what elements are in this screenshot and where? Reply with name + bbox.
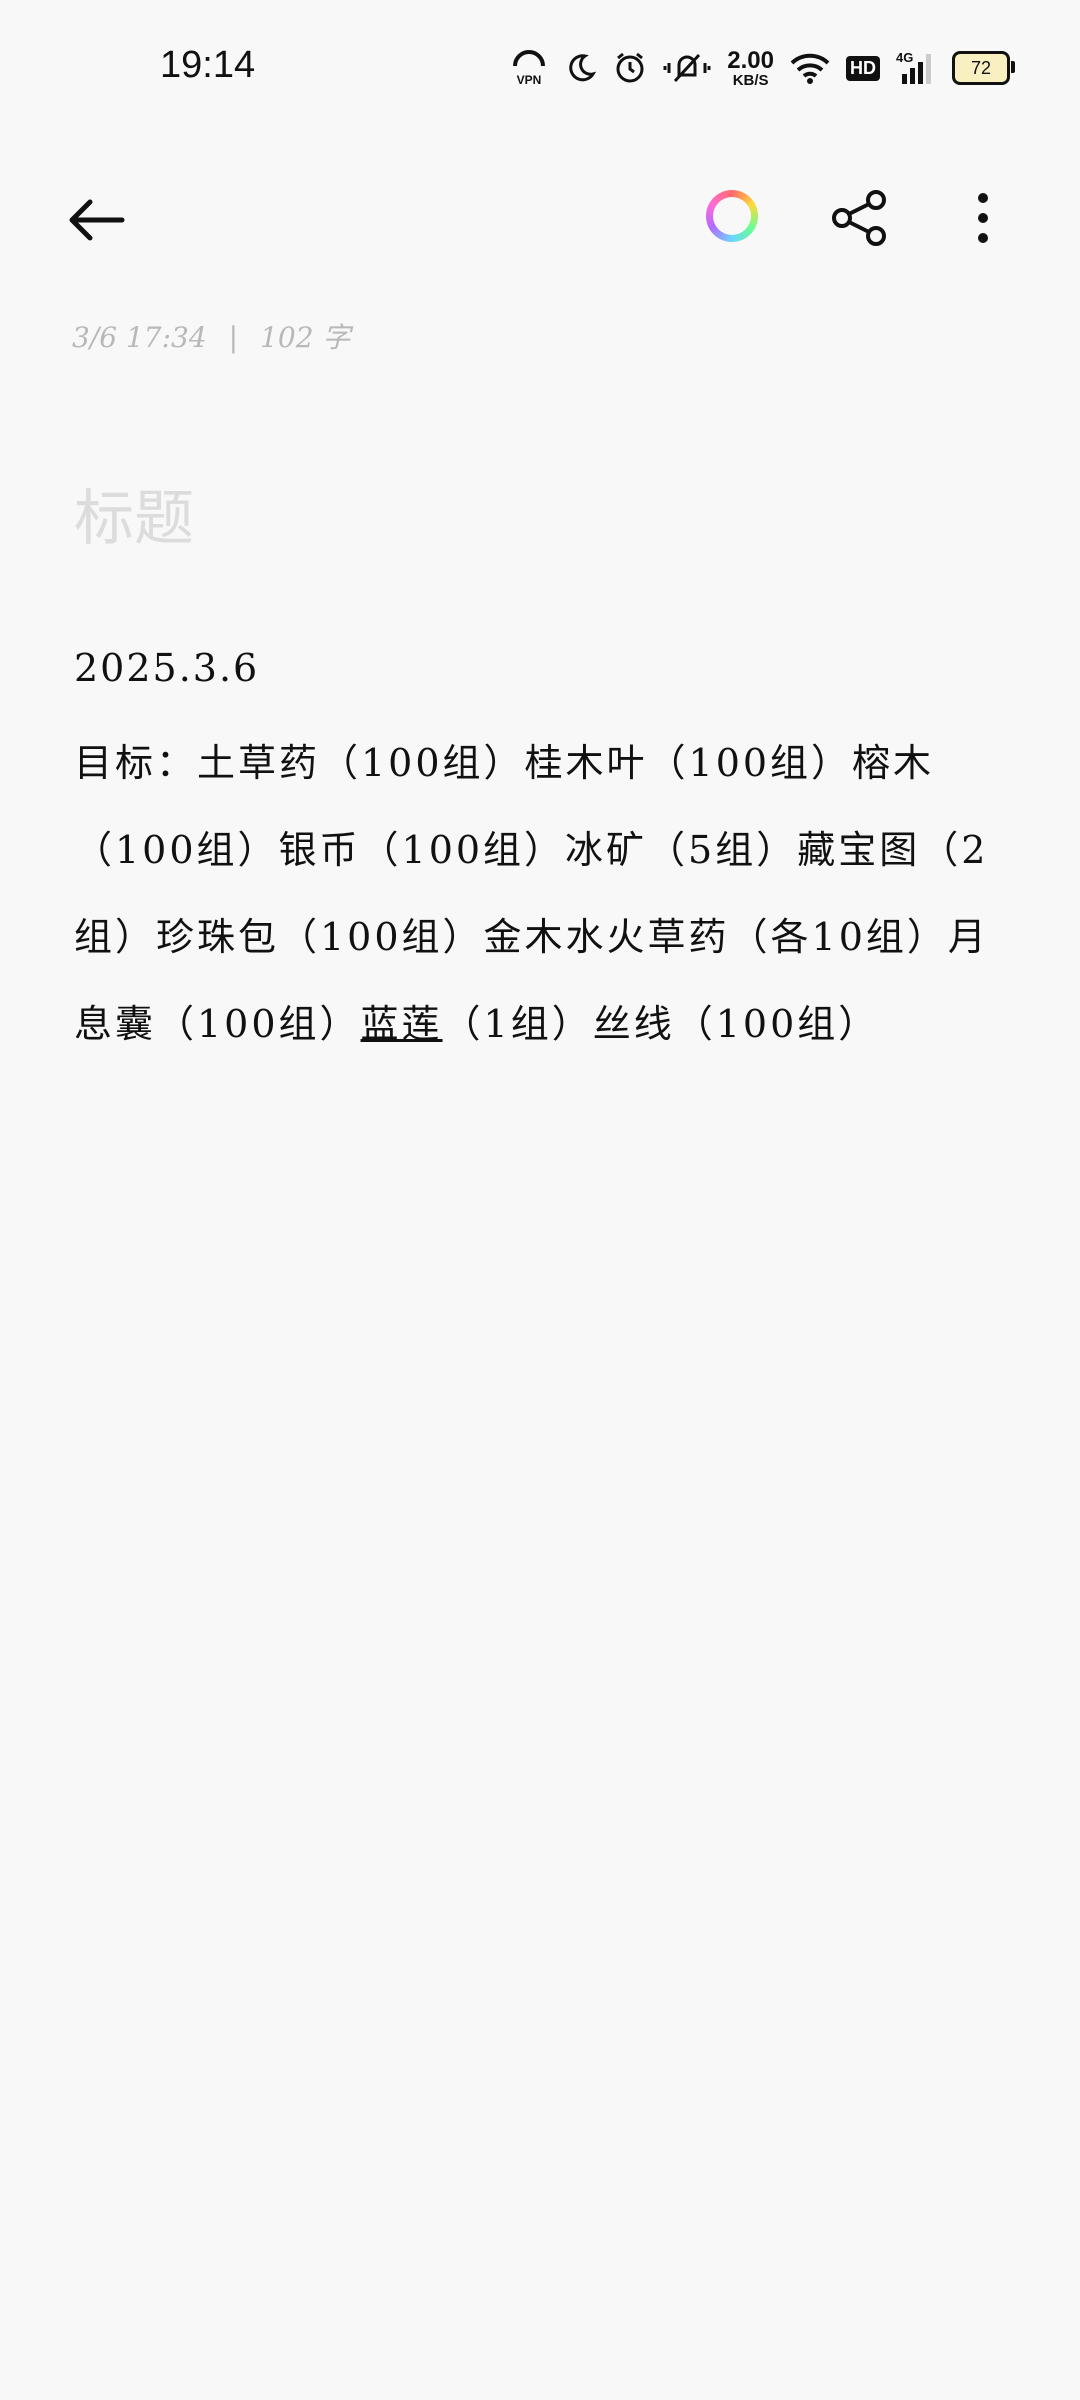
status-bar: 19:14 VPN 2.00 KB/S HD 4G 72 <box>0 0 1080 140</box>
title-input[interactable]: 标题 <box>74 470 194 557</box>
more-options-button[interactable] <box>968 186 998 250</box>
note-body[interactable]: 目标：土草药（100组）桂木叶（100组）榕木（100组）银币（100组）冰矿（… <box>74 720 1014 1068</box>
note-modified-time: 3/6 17:34 <box>72 321 207 354</box>
network-speed: 2.00 KB/S <box>727 46 774 89</box>
note-meta: 3/6 17:34 | 102 字 <box>72 316 350 356</box>
note-date-line[interactable]: 2025.3.6 <box>74 646 259 690</box>
battery-indicator: 72 <box>952 51 1015 85</box>
meta-separator: | <box>228 321 239 354</box>
svg-text:VPN: VPN <box>517 73 542 87</box>
wifi-icon <box>790 51 830 85</box>
network-type: 4G <box>896 50 913 65</box>
status-time: 19:14 <box>160 44 256 86</box>
note-body-text: 目标：土草药（100组）桂木叶（100组）榕木（100组）银币（100组）冰矿（… <box>74 741 989 1046</box>
more-vertical-icon <box>978 193 988 243</box>
back-arrow-icon <box>69 199 125 241</box>
network-speed-unit: KB/S <box>732 71 769 89</box>
cellular-signal-icon: 4G <box>896 50 936 86</box>
note-body-text-end: （1组）丝线（100组） <box>442 1002 880 1046</box>
status-icons: VPN 2.00 KB/S HD 4G 72 <box>509 46 1015 89</box>
hd-badge: HD <box>846 55 880 81</box>
moon-icon <box>565 52 597 84</box>
share-icon <box>832 190 886 246</box>
back-button[interactable] <box>64 188 128 252</box>
note-body-underlined: 蓝莲 <box>360 1002 443 1046</box>
note-char-count: 102 字 <box>260 321 351 354</box>
vpn-icon: VPN <box>509 48 549 88</box>
alarm-icon <box>613 51 647 85</box>
color-theme-icon[interactable] <box>706 190 758 242</box>
network-speed-value: 2.00 <box>727 46 774 74</box>
note-toolbar <box>0 170 1080 260</box>
share-button[interactable] <box>830 188 890 248</box>
mute-vibrate-icon <box>663 51 711 85</box>
